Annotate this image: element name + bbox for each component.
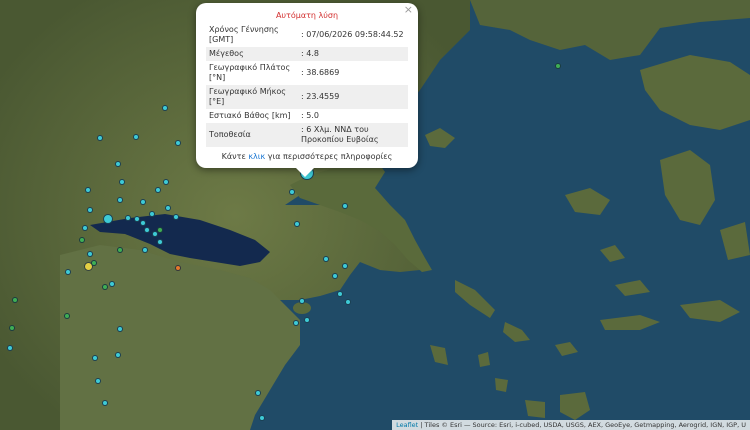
popup-tip xyxy=(296,168,314,177)
earthquake-marker[interactable] xyxy=(294,221,300,227)
earthquake-marker[interactable] xyxy=(323,256,329,262)
earthquake-marker[interactable] xyxy=(115,161,121,167)
info-label: Γεωγραφικό Πλάτος [°N] xyxy=(209,63,291,82)
earthquake-marker[interactable] xyxy=(157,239,163,245)
earthquake-marker[interactable] xyxy=(91,260,97,266)
earthquake-marker[interactable] xyxy=(102,400,108,406)
earthquake-marker[interactable] xyxy=(555,63,561,69)
info-value: : 23.4559 xyxy=(298,85,408,109)
tiles-credit: | Tiles © Esri — Source: Esri, i-cubed, … xyxy=(418,421,746,429)
info-value: : 07/06/2026 09:58:44.52 xyxy=(301,30,404,39)
earthquake-marker[interactable] xyxy=(149,211,155,217)
earthquake-marker[interactable] xyxy=(332,273,338,279)
earthquake-marker[interactable] xyxy=(293,320,299,326)
earthquake-marker[interactable] xyxy=(259,415,265,421)
earthquake-marker[interactable] xyxy=(157,227,163,233)
earthquake-marker[interactable] xyxy=(342,263,348,269)
earthquake-marker[interactable] xyxy=(79,237,85,243)
earthquake-marker[interactable] xyxy=(337,291,343,297)
paros xyxy=(525,400,545,418)
info-value: : 38.6869 xyxy=(301,68,340,77)
earthquake-marker[interactable] xyxy=(173,214,179,220)
info-label: Τοποθεσία xyxy=(206,123,298,147)
earthquake-marker[interactable] xyxy=(102,284,108,290)
earthquake-marker[interactable] xyxy=(9,325,15,331)
earthquake-marker[interactable] xyxy=(85,187,91,193)
info-value: : 6 Χλμ. ΝΝΔ του Προκοπίου Ευβοίας xyxy=(298,123,408,147)
popup-footer: Κάντε κλικ για περισσότερες πληροφορίες xyxy=(206,152,408,161)
earthquake-marker[interactable] xyxy=(165,205,171,211)
earthquake-marker[interactable] xyxy=(140,220,146,226)
earthquake-marker[interactable] xyxy=(92,355,98,361)
map-canvas[interactable]: × Αυτόματη λύση Χρόνος Γέννησης [GMT] : 0… xyxy=(0,0,750,430)
earthquake-marker[interactable] xyxy=(134,216,140,222)
earthquake-marker[interactable] xyxy=(342,203,348,209)
earthquake-marker[interactable] xyxy=(109,281,115,287)
earthquake-marker[interactable] xyxy=(97,135,103,141)
earthquake-marker[interactable] xyxy=(64,313,70,319)
earthquake-marker[interactable] xyxy=(133,134,139,140)
earthquake-marker[interactable] xyxy=(299,298,305,304)
earthquake-marker[interactable] xyxy=(155,187,161,193)
info-label: Εστιακό Βάθος [km] xyxy=(209,111,291,120)
popup-title: Αυτόματη λύση xyxy=(275,11,339,20)
earthquake-marker[interactable] xyxy=(87,251,93,257)
earthquake-marker[interactable] xyxy=(119,179,125,185)
earthquake-marker[interactable] xyxy=(289,189,295,195)
footer-prefix: Κάντε xyxy=(221,152,249,161)
info-row: Μέγεθος: 4.8 xyxy=(206,47,408,61)
earthquake-marker[interactable] xyxy=(163,179,169,185)
earthquake-marker[interactable] xyxy=(7,345,13,351)
map-attribution: Leaflet | Tiles © Esri — Source: Esri, i… xyxy=(392,420,750,430)
earthquake-marker[interactable] xyxy=(144,227,150,233)
footer-suffix: για περισσότερες πληροφορίες xyxy=(265,152,393,161)
earthquake-popup: × Αυτόματη λύση Χρόνος Γέννησης [GMT] : 0… xyxy=(196,3,418,177)
info-label: Χρόνος Γέννησης [GMT] xyxy=(209,25,279,44)
earthquake-marker[interactable] xyxy=(140,199,146,205)
info-value: : 5.0 xyxy=(301,111,319,120)
event-info-table: Χρόνος Γέννησης [GMT] : 07/06/2026 09:58:… xyxy=(206,23,408,147)
info-row: Εστιακό Βάθος [km] : 5.0 xyxy=(206,109,408,123)
earthquake-marker[interactable] xyxy=(115,352,121,358)
earthquake-marker[interactable] xyxy=(117,247,123,253)
earthquake-marker[interactable] xyxy=(103,214,113,224)
info-label: Γεωγραφικό Μήκος [°E] xyxy=(206,85,298,109)
earthquake-marker[interactable] xyxy=(12,297,18,303)
earthquake-marker[interactable] xyxy=(142,247,148,253)
earthquake-marker[interactable] xyxy=(117,326,123,332)
leaflet-link[interactable]: Leaflet xyxy=(396,421,418,429)
earthquake-marker[interactable] xyxy=(175,140,181,146)
more-info-link[interactable]: κλικ xyxy=(248,152,265,161)
info-row: Γεωγραφικό Μήκος [°E]: 23.4559 xyxy=(206,85,408,109)
earthquake-marker[interactable] xyxy=(65,269,71,275)
earthquake-marker[interactable] xyxy=(117,197,123,203)
small-island-2 xyxy=(495,378,508,392)
info-row: Γεωγραφικό Πλάτος [°N] : 38.6869 xyxy=(206,61,408,85)
earthquake-marker[interactable] xyxy=(87,207,93,213)
earthquake-marker[interactable] xyxy=(162,105,168,111)
earthquake-marker[interactable] xyxy=(345,299,351,305)
info-row: Χρόνος Γέννησης [GMT] : 07/06/2026 09:58:… xyxy=(206,23,408,47)
info-label: Μέγεθος xyxy=(206,47,298,61)
close-icon[interactable]: × xyxy=(404,4,413,16)
earthquake-marker[interactable] xyxy=(304,317,310,323)
earthquake-marker[interactable] xyxy=(82,225,88,231)
info-value: : 4.8 xyxy=(298,47,408,61)
earthquake-marker[interactable] xyxy=(95,378,101,384)
earthquake-marker[interactable] xyxy=(175,265,181,271)
info-row: Τοποθεσία: 6 Χλμ. ΝΝΔ του Προκοπίου Ευβο… xyxy=(206,123,408,147)
earthquake-marker[interactable] xyxy=(125,215,131,221)
earthquake-marker[interactable] xyxy=(255,390,261,396)
